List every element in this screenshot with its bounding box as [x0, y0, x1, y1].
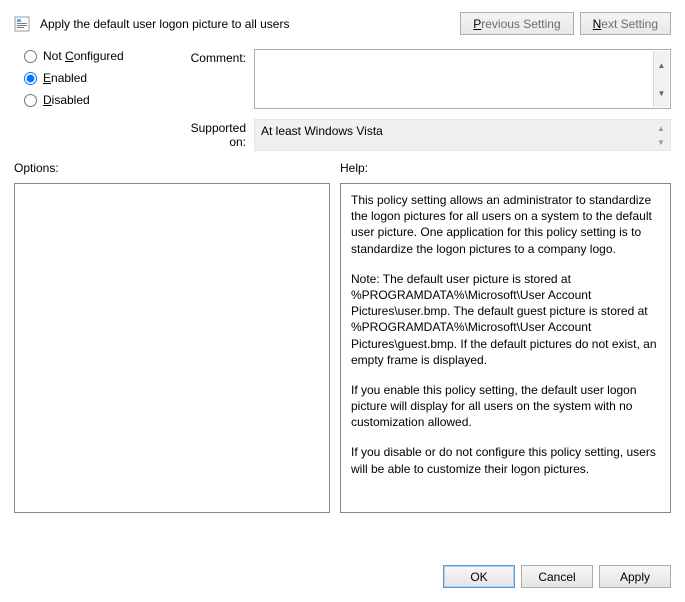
radio-enabled-input[interactable]: [24, 72, 37, 85]
radio-not-configured[interactable]: Not Configured: [14, 49, 174, 63]
comment-scroll-down-icon[interactable]: ▼: [653, 79, 669, 107]
policy-title: Apply the default user logon picture to …: [40, 17, 289, 31]
supported-value: At least Windows Vista: [261, 124, 383, 138]
supported-scroll-down-icon: ▼: [653, 135, 669, 149]
policy-icon: [14, 16, 30, 32]
comment-line: Comment: ▲ ▼: [174, 49, 671, 109]
panels-row: Options: Help: This policy setting allow…: [14, 161, 671, 513]
supported-scroll: ▲ ▼: [653, 121, 669, 149]
help-paragraph: If you enable this policy setting, the d…: [351, 382, 660, 431]
comment-scroll: ▲ ▼: [653, 51, 669, 107]
radio-enabled[interactable]: Enabled: [14, 71, 174, 85]
options-box: [14, 183, 330, 513]
help-label: Help:: [340, 161, 671, 175]
previous-setting-button[interactable]: Previous Setting: [460, 12, 573, 35]
radio-not-configured-label: Not Configured: [43, 49, 124, 63]
comment-label: Comment:: [174, 49, 254, 65]
form-col: Comment: ▲ ▼ Supported on: At least Wind…: [174, 49, 671, 151]
title-row: Apply the default user logon picture to …: [14, 12, 671, 35]
supported-scroll-up-icon: ▲: [653, 121, 669, 135]
help-paragraph: This policy setting allows an administra…: [351, 192, 660, 257]
help-paragraph: If you disable or do not configure this …: [351, 444, 660, 476]
radio-disabled[interactable]: Disabled: [14, 93, 174, 107]
help-box[interactable]: This policy setting allows an administra…: [340, 183, 671, 513]
radio-disabled-label: Disabled: [43, 93, 90, 107]
next-setting-button[interactable]: Next Setting: [580, 12, 671, 35]
options-column: Options:: [14, 161, 330, 513]
dialog-body: Apply the default user logon picture to …: [0, 0, 685, 602]
supported-field: At least Windows Vista ▲ ▼: [254, 119, 671, 151]
supported-label: Supported on:: [174, 119, 254, 149]
help-paragraph: Note: The default user picture is stored…: [351, 271, 660, 368]
radio-not-configured-input[interactable]: [24, 50, 37, 63]
apply-button[interactable]: Apply: [599, 565, 671, 588]
state-radios: Not Configured Enabled Disabled: [14, 49, 174, 115]
radio-enabled-label: Enabled: [43, 71, 87, 85]
cancel-button[interactable]: Cancel: [521, 565, 593, 588]
radio-disabled-input[interactable]: [24, 94, 37, 107]
options-label: Options:: [14, 161, 330, 175]
help-column: Help: This policy setting allows an admi…: [340, 161, 671, 513]
comment-field[interactable]: ▲ ▼: [254, 49, 671, 109]
comment-scroll-up-icon[interactable]: ▲: [653, 51, 669, 79]
config-row: Not Configured Enabled Disabled Comment:…: [14, 49, 671, 151]
ok-button[interactable]: OK: [443, 565, 515, 588]
supported-line: Supported on: At least Windows Vista ▲ ▼: [174, 119, 671, 151]
dialog-footer: OK Cancel Apply: [14, 551, 671, 602]
